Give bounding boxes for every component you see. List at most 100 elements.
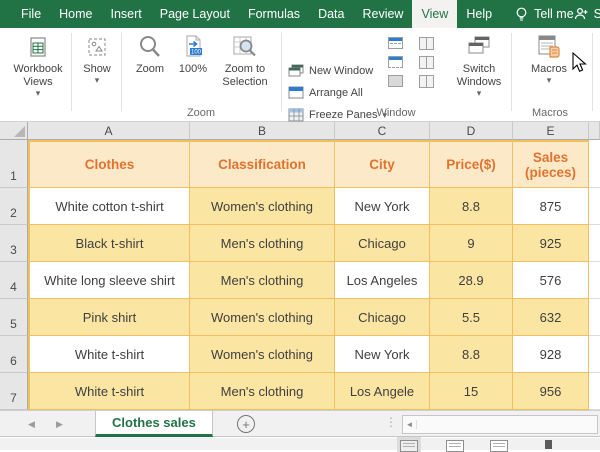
cell-D3[interactable]: 9 xyxy=(430,225,513,262)
cell-partial-6[interactable] xyxy=(589,336,600,373)
row-header-7[interactable]: 7 xyxy=(0,373,28,410)
column-header-partial[interactable] xyxy=(589,122,600,140)
cell-A1[interactable]: Clothes xyxy=(28,140,190,188)
cell-E5[interactable]: 632 xyxy=(513,299,589,336)
unhide-window-icon[interactable] xyxy=(388,75,403,87)
menu-tab-review[interactable]: Review xyxy=(353,0,412,28)
cell-D1[interactable]: Price($) xyxy=(430,140,513,188)
cell-A7[interactable]: White t-shirt xyxy=(28,373,190,410)
row-header-6[interactable]: 6 xyxy=(0,336,28,373)
new-window-button[interactable]: New Window xyxy=(288,61,387,80)
cell-B5[interactable]: Women's clothing xyxy=(190,299,335,336)
row-header-4[interactable]: 4 xyxy=(0,262,28,299)
hide-window-icon[interactable] xyxy=(388,56,403,68)
cell-D6[interactable]: 8.8 xyxy=(430,336,513,373)
cell-D7[interactable]: 15 xyxy=(430,373,513,410)
cell-C6[interactable]: New York xyxy=(335,336,430,373)
cell-E7[interactable]: 956 xyxy=(513,373,589,410)
column-header-D[interactable]: D xyxy=(430,122,513,140)
switch-windows-button[interactable]: Switch Windows ▾ xyxy=(450,33,508,98)
menu-tab-insert[interactable]: Insert xyxy=(102,0,151,28)
page-break-preview-icon xyxy=(493,443,505,449)
sheet-tab-clothes-sales[interactable]: Clothes sales xyxy=(95,411,213,437)
cell-E1[interactable]: Sales (pieces) xyxy=(513,140,589,188)
menu-tab-file[interactable]: File xyxy=(12,0,50,28)
menu-tab-data[interactable]: Data xyxy=(309,0,353,28)
show-button[interactable]: Show ▾ xyxy=(77,33,117,85)
scroll-left-icon[interactable]: ◄ xyxy=(403,420,417,429)
cell-B3[interactable]: Men's clothing xyxy=(190,225,335,262)
column-header-B[interactable]: B xyxy=(190,122,335,140)
cell-D5[interactable]: 5.5 xyxy=(430,299,513,336)
sheet-tab-label: Clothes sales xyxy=(112,415,196,430)
menu-tab-page-layout[interactable]: Page Layout xyxy=(151,0,239,28)
tabbar-resize-dots[interactable]: ⋮ xyxy=(385,415,397,429)
cell-C3[interactable]: Chicago xyxy=(335,225,430,262)
menu-tab-help[interactable]: Help xyxy=(457,0,501,28)
cell-E4[interactable]: 576 xyxy=(513,262,589,299)
sheet-nav-next-button[interactable]: ▶ xyxy=(56,411,63,437)
menu-tab-home[interactable]: Home xyxy=(50,0,101,28)
cell-C4[interactable]: Los Angeles xyxy=(335,262,430,299)
row-header-3[interactable]: 3 xyxy=(0,225,28,262)
share-button[interactable]: Share xyxy=(574,0,600,28)
page-layout-view-button[interactable] xyxy=(446,440,464,452)
reset-window-position-icon[interactable] xyxy=(419,75,435,88)
cell-C5[interactable]: Chicago xyxy=(335,299,430,336)
lightbulb-icon xyxy=(515,7,528,22)
cell-A5[interactable]: Pink shirt xyxy=(28,299,190,336)
cell-C1[interactable]: City xyxy=(335,140,430,188)
cell-E2[interactable]: 875 xyxy=(513,188,589,225)
select-all-corner[interactable] xyxy=(0,122,28,140)
cell-D2[interactable]: 8.8 xyxy=(430,188,513,225)
menu-tab-view[interactable]: View xyxy=(412,0,458,28)
cell-E6[interactable]: 928 xyxy=(513,336,589,373)
cell-E3[interactable]: 925 xyxy=(513,225,589,262)
column-header-strip: ABCDE xyxy=(0,122,600,140)
column-header-A[interactable]: A xyxy=(28,122,190,140)
cell-B7[interactable]: Men's clothing xyxy=(190,373,335,410)
cell-A4[interactable]: White long sleeve shirt xyxy=(28,262,190,299)
cell-partial-5[interactable] xyxy=(589,299,600,336)
chevron-down-icon: ▾ xyxy=(546,75,552,85)
cell-D4[interactable]: 28.9 xyxy=(430,262,513,299)
cell-B2[interactable]: Women's clothing xyxy=(190,188,335,225)
sheet-nav-prev-button[interactable]: ◀ xyxy=(28,411,35,437)
split-icon[interactable] xyxy=(388,37,403,49)
cell-A2[interactable]: White cotton t-shirt xyxy=(28,188,190,225)
zoom-to-selection-button[interactable]: Zoom to Selection xyxy=(213,33,277,89)
synchronous-scrolling-icon[interactable] xyxy=(419,56,435,69)
cell-partial-2[interactable] xyxy=(589,188,600,225)
page-break-preview-button[interactable] xyxy=(490,440,508,452)
zoom-button[interactable]: Zoom xyxy=(128,33,172,76)
row-header-2[interactable]: 2 xyxy=(0,188,28,225)
window-group-label: Window xyxy=(376,107,416,119)
new-sheet-button[interactable]: + xyxy=(237,415,255,433)
tell-me[interactable]: Tell me xyxy=(515,0,574,28)
row-header-5[interactable]: 5 xyxy=(0,299,28,336)
normal-view-button[interactable] xyxy=(397,437,421,452)
workbook-views-button[interactable]: Workbook Views ▾ xyxy=(8,33,68,98)
horizontal-scrollbar[interactable]: ◄ xyxy=(402,415,598,434)
cell-B1[interactable]: Classification xyxy=(190,140,335,188)
cell-A6[interactable]: White t-shirt xyxy=(28,336,190,373)
cell-B4[interactable]: Men's clothing xyxy=(190,262,335,299)
macros-button[interactable]: Macros ▾ xyxy=(523,33,575,85)
status-bar xyxy=(0,437,600,452)
row-header-1[interactable]: 1 xyxy=(0,140,28,188)
cell-C2[interactable]: New York xyxy=(335,188,430,225)
column-header-C[interactable]: C xyxy=(335,122,430,140)
arrange-all-button[interactable]: Arrange All xyxy=(288,83,387,102)
cell-B6[interactable]: Women's clothing xyxy=(190,336,335,373)
column-header-E[interactable]: E xyxy=(513,122,589,140)
menu-tab-formulas[interactable]: Formulas xyxy=(239,0,309,28)
zoom-100-button[interactable]: 100 100% xyxy=(173,33,213,76)
cell-A3[interactable]: Black t-shirt xyxy=(28,225,190,262)
view-side-by-side-icon[interactable] xyxy=(419,37,435,50)
zoom-slider-handle[interactable] xyxy=(545,440,552,449)
cell-partial-7[interactable] xyxy=(589,373,600,410)
cell-partial-4[interactable] xyxy=(589,262,600,299)
cell-partial-1[interactable] xyxy=(589,140,600,188)
cell-partial-3[interactable] xyxy=(589,225,600,262)
cell-C7[interactable]: Los Angele xyxy=(335,373,430,410)
